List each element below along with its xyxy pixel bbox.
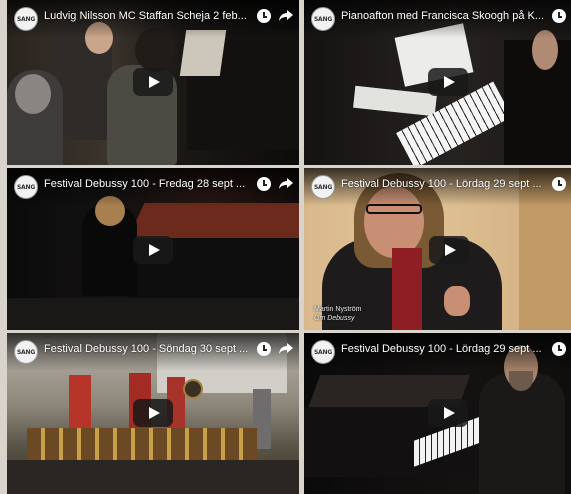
gong	[183, 379, 203, 399]
video-title[interactable]: Festival Debussy 100 - Lördag 29 sept ..…	[341, 343, 543, 355]
channel-logo[interactable]: SANG	[14, 175, 38, 199]
channel-logo[interactable]: SANG	[14, 340, 38, 364]
play-button-icon[interactable]	[133, 399, 173, 427]
channel-logo-text: SANG	[313, 15, 333, 23]
share-icon[interactable]	[278, 177, 294, 191]
video-grid: SANG Ludvig Nilsson MC Staffan Scheja 2 …	[0, 0, 571, 494]
video-title[interactable]: Pianoafton med Francisca Skoogh på K...	[341, 10, 543, 22]
share-icon[interactable]	[278, 342, 294, 356]
video-title[interactable]: Ludvig Nilsson MC Staffan Scheja 2 feb..…	[44, 10, 251, 22]
watch-later-icon[interactable]	[552, 9, 566, 23]
pianist-figure	[479, 373, 565, 494]
channel-logo[interactable]: SANG	[311, 175, 335, 199]
watch-later-icon[interactable]	[257, 9, 271, 23]
video-tile-5[interactable]: SANG Festival Debussy 100 - Söndag 30 se…	[7, 333, 299, 494]
channel-logo-text: SANG	[16, 15, 36, 23]
lower-third-caption: Martin Nyström Om Debussy	[314, 305, 361, 323]
stage-floor	[7, 460, 299, 494]
red-scarf	[392, 248, 422, 330]
watch-later-icon[interactable]	[552, 342, 566, 356]
play-button-icon[interactable]	[133, 68, 173, 96]
video-title[interactable]: Festival Debussy 100 - Lördag 29 sept ..…	[341, 178, 543, 190]
gesturing-hand	[444, 286, 470, 316]
channel-logo-text: SANG	[313, 348, 333, 356]
play-button-icon[interactable]	[428, 399, 468, 427]
stage-floor	[7, 298, 299, 330]
performer-red-1	[69, 375, 91, 435]
play-button-icon[interactable]	[133, 236, 173, 264]
channel-logo-text: SANG	[16, 348, 36, 356]
video-tile-1[interactable]: SANG Ludvig Nilsson MC Staffan Scheja 2 …	[7, 0, 299, 165]
channel-logo[interactable]: SANG	[311, 7, 335, 31]
play-button-icon[interactable]	[428, 68, 468, 96]
channel-logo[interactable]: SANG	[311, 340, 335, 364]
video-tile-2[interactable]: SANG Pianoafton med Francisca Skoogh på …	[304, 0, 571, 165]
watch-later-icon[interactable]	[552, 177, 566, 191]
channel-logo[interactable]: SANG	[14, 7, 38, 31]
channel-logo-text: SANG	[16, 183, 36, 191]
gamelan-instruments	[27, 428, 257, 460]
video-tile-3[interactable]: SANG Festival Debussy 100 - Fredag 28 se…	[7, 168, 299, 330]
video-tile-4[interactable]: SANG Festival Debussy 100 - Lördag 29 se…	[304, 168, 571, 330]
audience-head	[15, 74, 51, 114]
video-title[interactable]: Festival Debussy 100 - Söndag 30 sept ..…	[44, 343, 251, 355]
watch-later-icon[interactable]	[257, 342, 271, 356]
video-title[interactable]: Festival Debussy 100 - Fredag 28 sept ..…	[44, 178, 251, 190]
caption-subtitle: Om Debussy	[314, 315, 355, 322]
watch-later-icon[interactable]	[257, 177, 271, 191]
channel-logo-text: SANG	[313, 183, 333, 191]
share-icon[interactable]	[278, 9, 294, 23]
play-button-icon[interactable]	[429, 236, 469, 264]
video-tile-6[interactable]: SANG Festival Debussy 100 - Lördag 29 se…	[304, 333, 571, 494]
caption-name: Martin Nyström	[314, 306, 362, 313]
